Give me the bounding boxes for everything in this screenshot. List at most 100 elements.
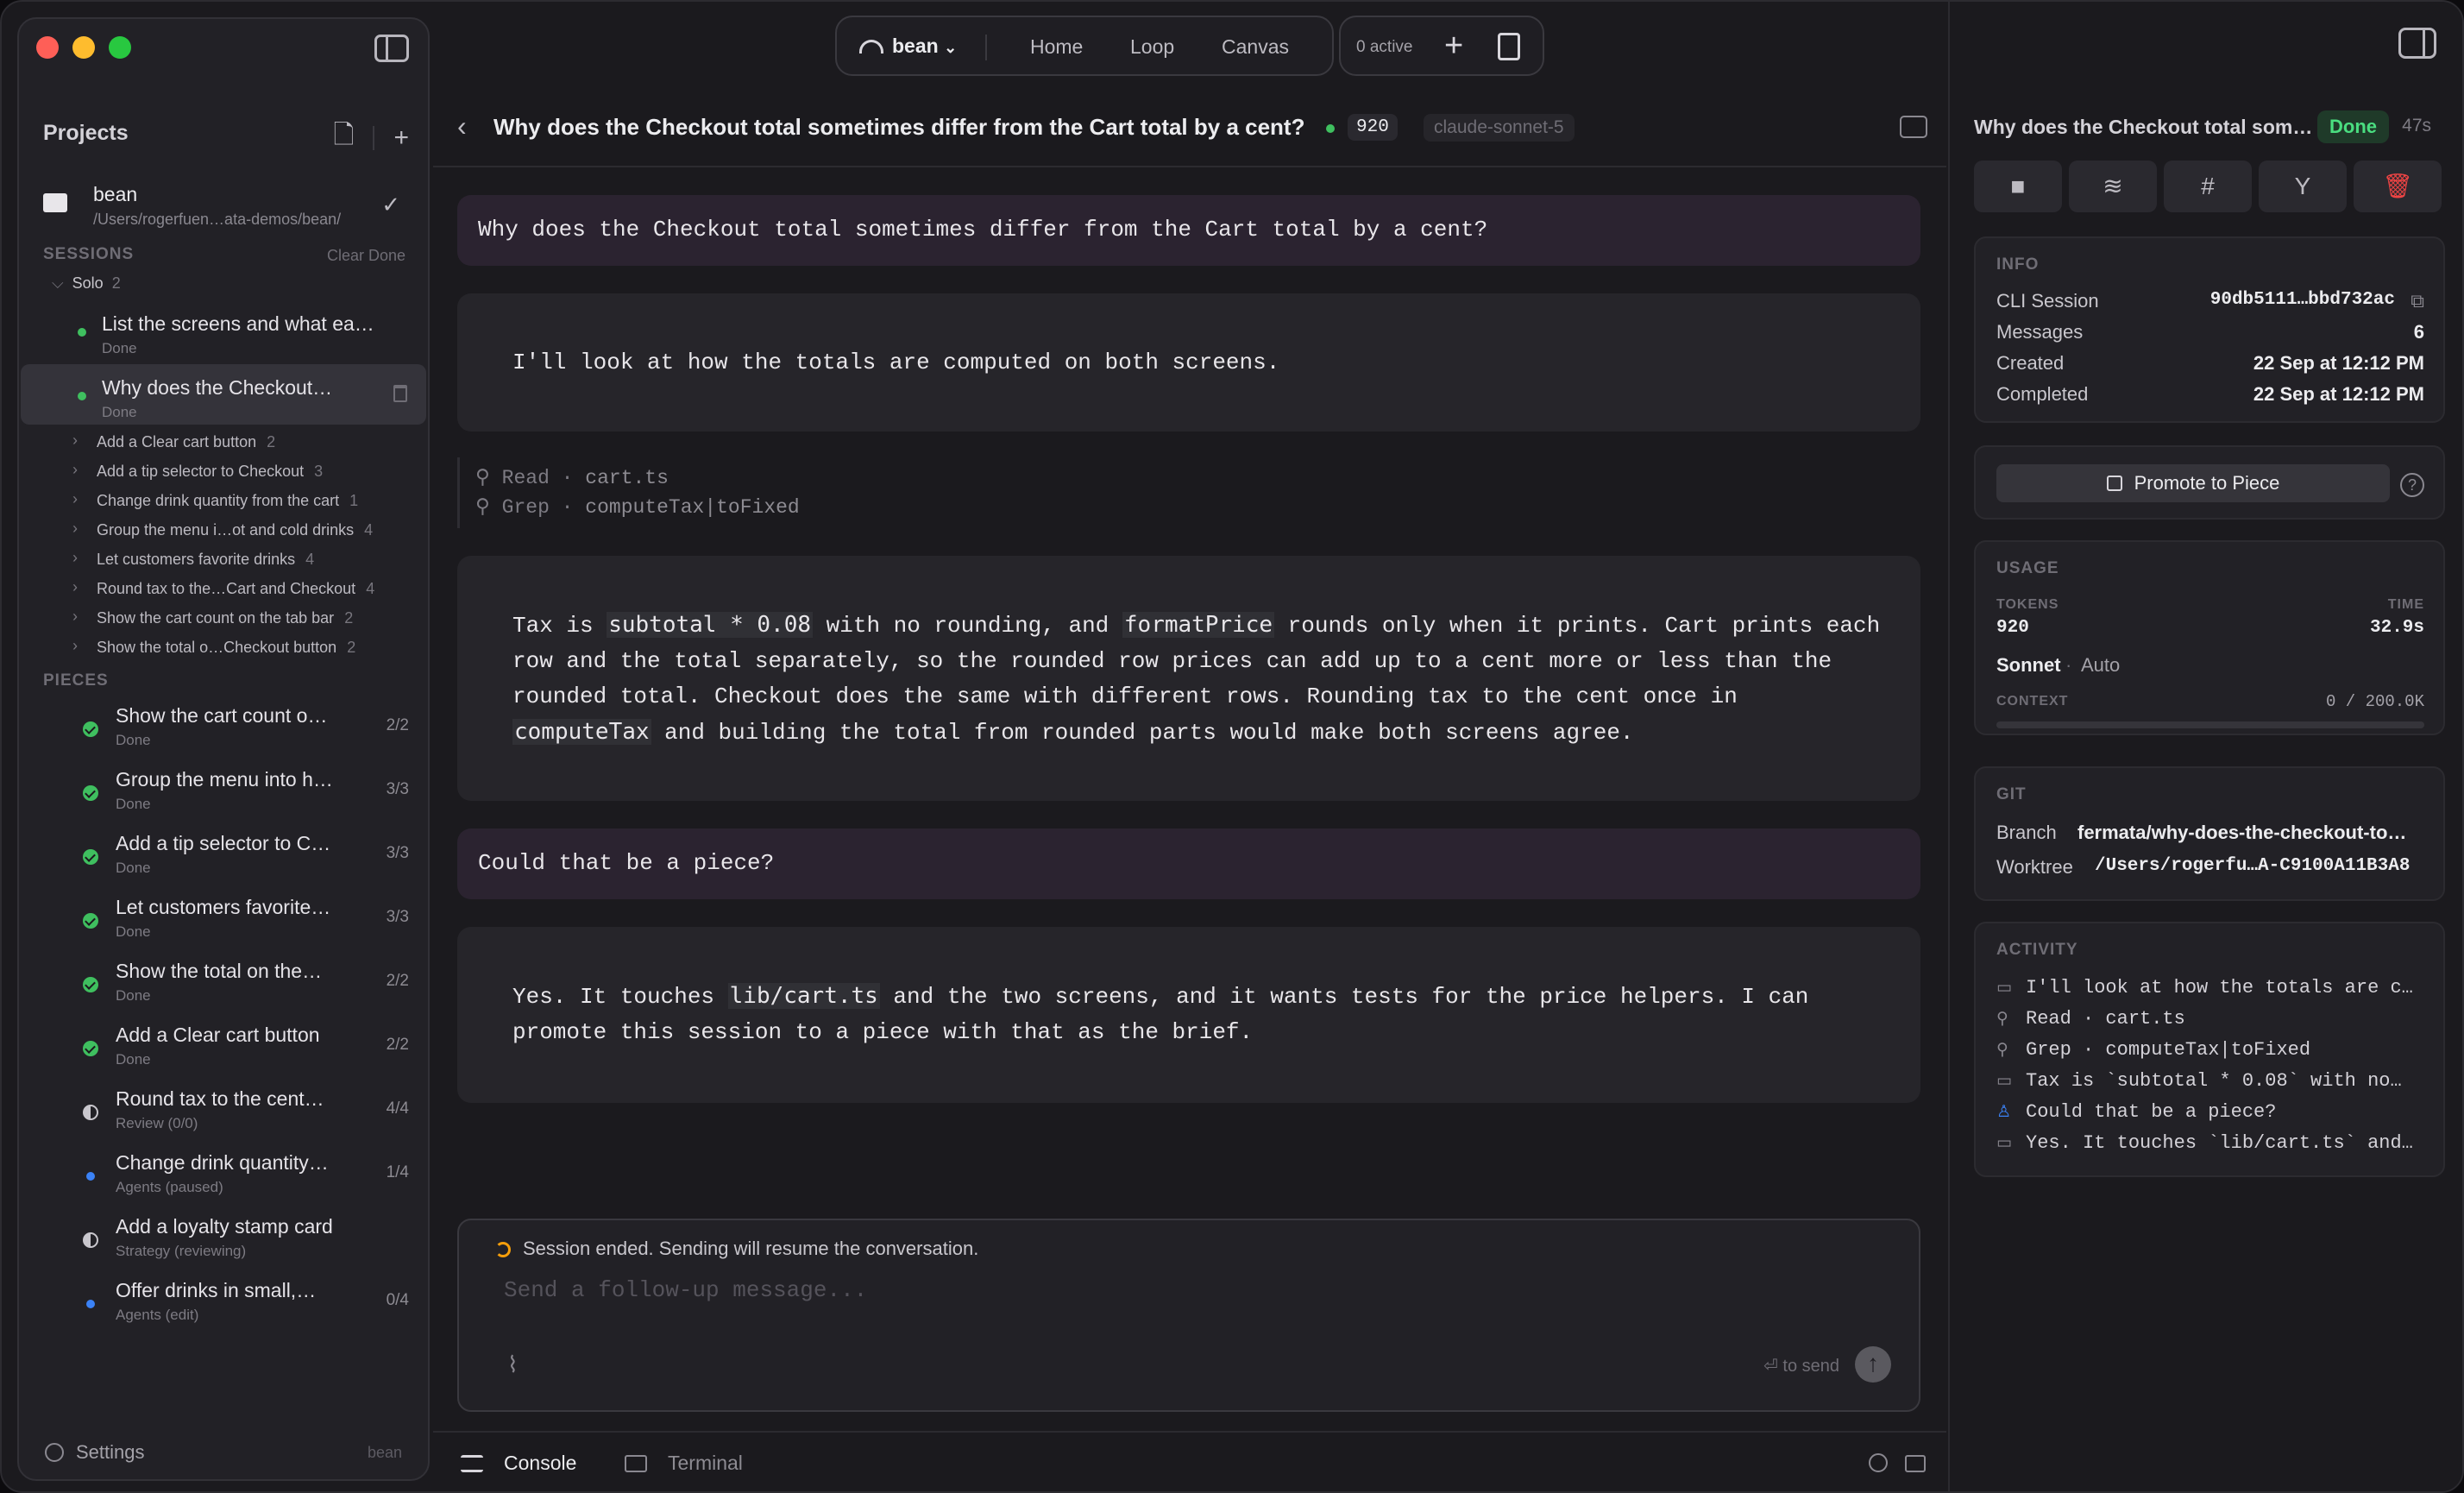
row-label: Show the total o…Checkout button [97,639,337,656]
nav-canvas[interactable]: Canvas [1222,35,1289,59]
info-key: Completed [1996,383,2089,405]
session-group-row[interactable]: › Change drink quantity from the cart 1 [60,488,411,516]
branch-value[interactable]: fermata/why-does-the-checkout-to… [2077,822,2406,844]
new-file-icon[interactable] [1498,33,1520,60]
session-group-row[interactable]: › Let customers favorite drinks 4 [60,547,411,575]
panel-icon[interactable] [1900,116,1927,138]
back-icon[interactable]: ‹ [457,110,467,142]
project-path: /Users/rogerfuen…ata-demos/bean/ [93,211,342,228]
panel-bottom-icon[interactable] [1905,1455,1926,1472]
sidebar-toggle-icon[interactable] [374,35,409,62]
tool-call[interactable]: ⚲ Grep · computeTax|toFixed [475,495,800,519]
inline-code: formatPrice [1122,612,1275,638]
activity-item[interactable]: ⚲ Read · cart.ts [1996,1008,2185,1030]
hash-button[interactable]: # [2164,161,2252,212]
worktree-value[interactable]: /Users/rogerfu…A-C9100A11B3A8 [2095,856,2410,876]
nav-home[interactable]: Home [1030,35,1083,59]
session-group-row[interactable]: › Round tax to the…Cart and Checkout 4 [60,576,411,604]
sidebar: Projects 🗋 + bean /Users/rogerfuen…ata-d… [17,17,430,1481]
piece-item[interactable]: Offer drinks in small,… Agents (edit) 0/4 [19,1272,428,1336]
activity-text: Tax is `subtotal * 0.08` with no… [2026,1070,2402,1092]
minimize-window-button[interactable] [72,36,95,59]
model-badge: claude-sonnet-5 [1424,114,1575,142]
piece-item[interactable]: Change drink quantity… Agents (paused) 1/4 [19,1144,428,1208]
paperclip-icon[interactable]: ⌇ [507,1351,519,1378]
panel-toggle-icon[interactable] [2398,28,2436,59]
message-input[interactable]: Send a follow-up message... [504,1277,867,1303]
nav-loop[interactable]: Loop [1130,35,1174,59]
piece-item[interactable]: Add a Clear cart button Done 2/2 [19,1017,428,1080]
project-item[interactable]: bean /Users/rogerfuen…ata-demos/bean/ ✓ [43,180,407,233]
send-button[interactable]: ↑ [1855,1346,1891,1383]
close-window-button[interactable] [36,36,59,59]
details-panel: Why does the Checkout total som… Done 47… [1948,2,2462,1491]
zoom-window-button[interactable] [109,36,131,59]
stop-button[interactable]: ■ [1974,161,2062,212]
activity-item[interactable]: ▭ Yes. It touches `lib/cart.ts` and… [1996,1132,2413,1154]
piece-item[interactable]: Add a tip selector to C… Done 3/3 [19,825,428,889]
trash-icon[interactable] [393,385,407,402]
piece-title: Add a tip selector to C… [116,832,331,854]
activity-item[interactable]: ⚲ Grep · computeTax|toFixed [1996,1039,2310,1061]
half-circle-icon [83,1105,98,1120]
info-key: Created [1996,352,2065,374]
piece-item[interactable]: Let customers favorite… Done 3/3 [19,889,428,953]
new-document-icon[interactable]: 🗋 [333,116,354,160]
session-group-row[interactable]: › Add a tip selector to Checkout 3 [60,459,411,487]
activity-item[interactable]: ▭ Tax is `subtotal * 0.08` with no… [1996,1070,2402,1092]
group-solo[interactable]: ⌵ Solo 2 [52,274,121,293]
project-switcher[interactable]: bean ⌄ [892,35,957,58]
activity-item[interactable]: ▭ I'll look at how the totals are c… [1996,977,2413,998]
message-icon: ▭ [1996,1071,2012,1090]
activity-text: Could that be a piece? [2026,1101,2277,1123]
inline-code: subtotal * 0.08 [607,612,814,638]
activity-item[interactable]: ♙ Could that be a piece? [1996,1101,2276,1123]
piece-item[interactable]: Round tax to the cent… Review (0/0) 4/4 [19,1080,428,1144]
gear-icon[interactable] [1869,1453,1888,1472]
status-dot [1326,124,1335,133]
tokens-value: 920 [1996,618,2029,638]
plus-icon[interactable]: + [1444,28,1463,65]
add-project-icon[interactable]: + [393,123,409,153]
session-item[interactable]: List the screens and what ea… Done [19,300,428,361]
promote-to-piece-button[interactable]: Promote to Piece [1996,464,2390,502]
session-item-selected[interactable]: Why does the Checkout… Done [21,364,426,425]
check-circle-icon [83,849,98,865]
chevron-right-icon: › [72,520,78,537]
row-count: 2 [347,639,356,656]
tokens-label: TOKENS [1996,597,2059,612]
settings-button[interactable]: Settings [45,1441,145,1464]
tool-name: Read [501,467,550,489]
piece-status: Done [116,923,151,940]
copy-icon[interactable]: ⧉ [2411,290,2424,312]
piece-count: 1/4 [386,1163,409,1181]
chevron-right-icon: › [72,432,78,449]
session-group-row[interactable]: › Show the cart count on the tab bar 2 [60,606,411,633]
piece-item[interactable]: Show the total on the… Done 2/2 [19,953,428,1017]
session-group-row[interactable]: › Group the menu i…ot and cold drinks 4 [60,518,411,545]
tab-console[interactable]: Console [461,1452,576,1475]
piece-title: Change drink quantity… [116,1151,329,1174]
tab-terminal[interactable]: Terminal [625,1452,743,1475]
tool-call[interactable]: ⚲ Read · cart.ts [475,466,669,489]
gear-icon [45,1443,64,1462]
piece-status: Agents (paused) [116,1179,223,1195]
session-group-row[interactable]: › Show the total o…Checkout button 2 [60,635,411,663]
chevron-down-icon: ⌵ [52,274,64,292]
row-label: Add a Clear cart button [97,433,257,450]
context-bar [1996,721,2424,728]
session-group-row[interactable]: › Add a Clear cart button 2 [60,430,411,457]
chevron-right-icon: › [72,608,78,625]
fork-button[interactable]: Y [2259,161,2347,212]
compact-button[interactable]: ≋ [2069,161,2157,212]
terminal-icon [625,1455,647,1472]
piece-item[interactable]: Add a loyalty stamp card Strategy (review… [19,1208,428,1272]
activity-text: Yes. It touches `lib/cart.ts` and… [2026,1132,2413,1154]
delete-button[interactable]: 🗑 [2354,161,2442,212]
activity-text: I'll look at how the totals are c… [2026,977,2413,998]
piece-item[interactable]: Show the cart count o… Done 2/2 [19,697,428,761]
help-icon[interactable]: ? [2400,473,2424,497]
piece-item[interactable]: Group the menu into h… Done 3/3 [19,761,428,825]
piece-status: Done [116,732,151,748]
clear-done-button[interactable]: Clear Done [327,247,405,265]
